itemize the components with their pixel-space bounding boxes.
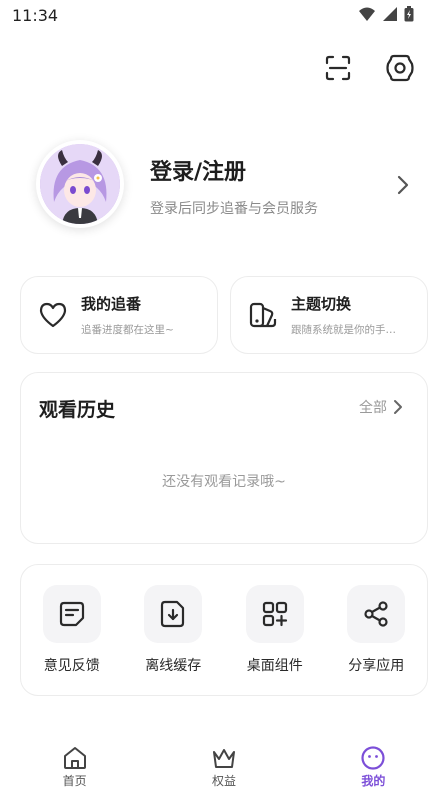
tab-label: 首页 bbox=[62, 774, 87, 788]
widget-icon bbox=[245, 585, 304, 643]
share-icon bbox=[347, 585, 406, 643]
login-subtitle: 登录后同步追番与会员服务 bbox=[150, 201, 318, 217]
tool-share-app[interactable]: 分享应用 bbox=[331, 585, 421, 675]
history-all-link[interactable]: 全部 bbox=[359, 397, 403, 417]
chevron-right-icon[interactable] bbox=[396, 174, 410, 200]
login-register-title[interactable]: 登录/注册 bbox=[150, 154, 246, 186]
feedback-icon bbox=[42, 585, 101, 643]
history-title: 观看历史 bbox=[39, 399, 116, 421]
wifi-icon bbox=[359, 7, 375, 21]
status-time: 11:34 bbox=[12, 6, 59, 25]
avatar[interactable] bbox=[36, 140, 124, 228]
tab-mine[interactable]: 我的 bbox=[299, 738, 448, 796]
card-subtitle: 跟随系统就是你的手… bbox=[291, 324, 396, 336]
tab-benefits[interactable]: 权益 bbox=[149, 738, 298, 796]
status-icons bbox=[358, 6, 414, 22]
signal-icon bbox=[383, 7, 397, 21]
tool-label: 意见反馈 bbox=[43, 658, 100, 674]
heart-icon bbox=[37, 299, 69, 331]
download-icon bbox=[144, 585, 203, 643]
anime-girl-avatar bbox=[40, 144, 120, 224]
status-bar: 11:34 bbox=[0, 0, 448, 32]
profile-section[interactable]: 登录/注册 登录后同步追番与会员服务 bbox=[36, 140, 416, 232]
top-actions bbox=[322, 52, 416, 84]
tool-label: 离线缓存 bbox=[145, 658, 202, 674]
tab-home[interactable]: 首页 bbox=[0, 738, 149, 796]
theme-switch-card[interactable]: 主题切换 跟随系统就是你的手… bbox=[230, 276, 428, 354]
history-all-label: 全部 bbox=[359, 400, 387, 416]
watch-history-panel: 观看历史 全部 还没有观看记录哦~ bbox=[20, 372, 428, 544]
home-icon bbox=[63, 747, 86, 769]
scan-icon[interactable] bbox=[322, 52, 354, 84]
tools-panel: 意见反馈 离线缓存 桌面组件 分享应用 bbox=[20, 564, 428, 696]
history-empty-text: 还没有观看记录哦~ bbox=[162, 474, 286, 490]
tool-label: 桌面组件 bbox=[246, 658, 303, 674]
tool-label: 分享应用 bbox=[348, 658, 405, 674]
quick-cards: 我的追番 追番进度都在这里~ 主题切换 跟随系统就是你的手… bbox=[20, 276, 428, 354]
settings-icon[interactable] bbox=[384, 52, 416, 84]
tool-offline-cache[interactable]: 离线缓存 bbox=[128, 585, 218, 675]
my-follow-card[interactable]: 我的追番 追番进度都在这里~ bbox=[20, 276, 218, 354]
smile-icon bbox=[361, 746, 385, 770]
crown-icon bbox=[212, 749, 235, 768]
tab-label: 权益 bbox=[211, 774, 236, 788]
tool-feedback[interactable]: 意见反馈 bbox=[27, 585, 117, 675]
chevron-right-icon bbox=[394, 400, 402, 414]
tool-desktop-widget[interactable]: 桌面组件 bbox=[230, 585, 320, 675]
battery-icon bbox=[404, 6, 414, 22]
bottom-tab-bar: 首页 权益 我的 bbox=[0, 738, 448, 796]
theme-icon bbox=[247, 299, 279, 331]
card-title: 主题切换 bbox=[291, 295, 352, 313]
card-subtitle: 追番进度都在这里~ bbox=[81, 324, 174, 336]
tab-label: 我的 bbox=[361, 774, 386, 788]
card-title: 我的追番 bbox=[81, 295, 142, 313]
